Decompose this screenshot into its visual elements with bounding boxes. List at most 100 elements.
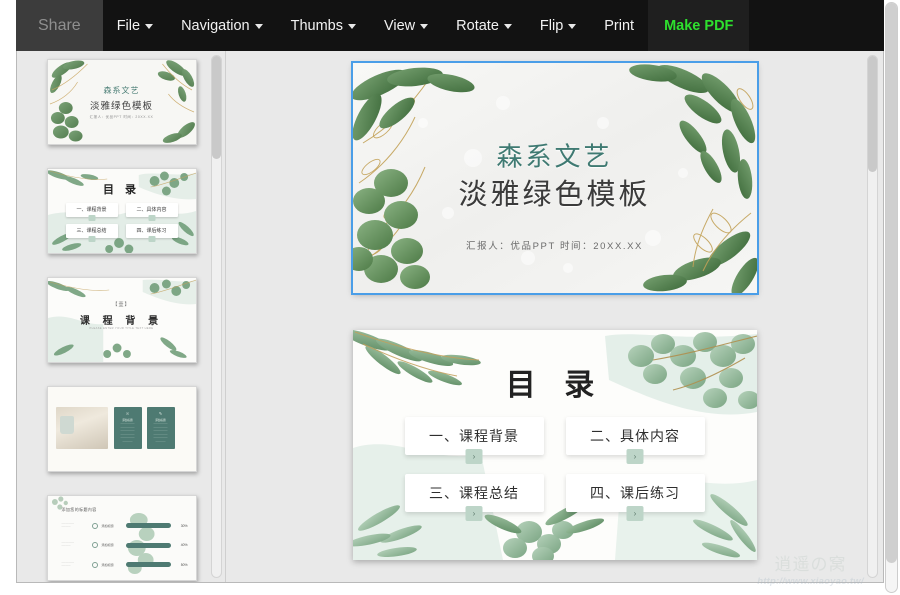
slide2-title: 目 录 (505, 367, 604, 403)
chevron-down-icon (503, 24, 512, 29)
thumb2-toc-item: 二、具体内容 (125, 202, 178, 221)
thumb5-label: 添加标题 (101, 523, 114, 528)
viewer-scrollbar[interactable] (867, 55, 878, 578)
menu-thumbs-label: Thumbs (290, 17, 343, 34)
thumb5-bar (125, 562, 171, 568)
chevron-right-icon (88, 235, 95, 242)
chevron-down-icon (254, 24, 263, 29)
thumb3-bracket: 【壹】 (112, 301, 131, 308)
pdf-viewer-page: Share File Navigation Thumbs View Rotate… (0, 0, 900, 595)
thumb2-toc-item: 四、课后练习 (125, 223, 178, 242)
thumb2-toc-item: 三、课程总结 (65, 223, 118, 242)
share-label: Share (38, 16, 81, 34)
thumbnail-slide-5[interactable]: 添加您的标题内容 ——————— ————— 添加标题 30% ——————— ——… (46, 495, 197, 581)
thumbnail-1-canvas: 森系文艺 淡雅绿色模板 汇报人：优品PPT 时间：20XX.XX (47, 60, 196, 144)
chevron-down-icon (347, 24, 356, 29)
chevron-down-icon (145, 24, 154, 29)
coffee-cup-icon (59, 415, 74, 434)
menu-navigation-label: Navigation (181, 17, 250, 34)
thumb5-bar (125, 542, 171, 548)
page-scrollbar-thumb[interactable] (886, 3, 897, 563)
make-pdf-label: Make PDF (664, 17, 734, 34)
chevron-right-icon (148, 235, 155, 242)
thumbnail-slide-3[interactable]: 【壹】 课 程 背 景 PLEASE ENTER YOUR TITLE TEXT… (46, 277, 197, 363)
share-button[interactable]: Share (16, 0, 103, 51)
menu-flip[interactable]: Flip (526, 0, 590, 51)
slide1-title: 森系文艺 (496, 142, 613, 173)
thumb4-card-b: ✎ 添加标题 ——————— ——————— ——————— ——————— —————… (146, 407, 175, 450)
toc-item-2[interactable]: 二、具体内容 › (565, 417, 705, 465)
menu-rotate[interactable]: Rotate (442, 0, 526, 51)
sidebar-scrollbar-thumb[interactable] (212, 56, 221, 159)
thumbnail-sidebar[interactable]: 森系文艺 淡雅绿色模板 汇报人：优品PPT 时间：20XX.XX 目 录 一、课… (17, 51, 226, 582)
location-pin-icon (91, 561, 98, 568)
toc-item-4[interactable]: 四、课后练习 › (565, 474, 705, 522)
thumb3-english: PLEASE ENTER YOUR TITLE TEXT HERE (89, 326, 154, 330)
thumb2-toc: 一、课程背景 二、具体内容 三、课程总结 四、课后练习 (65, 202, 178, 242)
globe-icon: ☉ (125, 411, 130, 417)
chevron-right-icon (148, 214, 155, 221)
page-scrollbar[interactable] (885, 2, 898, 593)
tree-icon (91, 542, 98, 549)
viewer-scrollbar-thumb[interactable] (868, 56, 877, 172)
thumb5-heading: 添加您的标题内容 (61, 506, 97, 512)
thumbnail-slide-2[interactable]: 目 录 一、课程背景 二、具体内容 三、课程总结 四、课后练习 (46, 168, 197, 254)
thumb1-subtitle: 淡雅绿色模板 (89, 100, 153, 112)
thumb4-card-a: ☉ 添加标题 ——————— ——————— ——————— ——————— —————… (113, 407, 142, 450)
menu-navigation[interactable]: Navigation (167, 0, 277, 51)
thumb5-label: 添加标题 (101, 562, 114, 567)
slide2-toc: 一、课程背景 › 二、具体内容 › 三、课程总结 › 四、课后练习 › (404, 417, 705, 522)
slide-viewer[interactable]: 森系文艺 淡雅绿色模板 汇报人：优品PPT 时间：20XX.XX 目 录 一、课… (226, 51, 883, 582)
thumbnail-slide-1[interactable]: 森系文艺 淡雅绿色模板 汇报人：优品PPT 时间：20XX.XX (46, 59, 197, 145)
thumb5-percent: 40% (180, 543, 188, 548)
thumb5-desc: ——————— ————— (61, 542, 75, 548)
thumb4-card-a-body: ——————— ——————— ——————— ——————— ——————— ————— (120, 423, 135, 444)
thumb5-desc: ——————— ————— (61, 523, 75, 528)
top-toolbar: Share File Navigation Thumbs View Rotate… (16, 0, 884, 51)
chevron-down-icon (420, 24, 429, 29)
menu-file[interactable]: File (103, 0, 167, 51)
sidebar-scrollbar[interactable] (211, 55, 222, 578)
chevron-right-icon: › (465, 506, 483, 522)
slide1-meta: 汇报人：优品PPT 时间：20XX.XX (466, 240, 643, 252)
thumb1-meta: 汇报人：优品PPT 时间：20XX.XX (89, 114, 154, 119)
menu-flip-label: Flip (539, 17, 564, 34)
chevron-right-icon: › (465, 449, 483, 465)
chevron-down-icon (568, 24, 577, 29)
thumb5-percent: 50% (180, 562, 188, 567)
chevron-right-icon (88, 214, 95, 221)
chevron-right-icon: › (626, 506, 644, 522)
thumbnail-4-canvas: ☉ 添加标题 ——————— ——————— ——————— ——————— —————… (47, 387, 196, 471)
toc-item-3[interactable]: 三、课程总结 › (404, 474, 544, 522)
thumb1-title: 森系文艺 (103, 86, 140, 96)
thumb5-row: ——————— ————— 添加标题 40% (61, 542, 188, 549)
menu-rotate-label: Rotate (456, 17, 499, 34)
thumb2-title: 目 录 (102, 183, 141, 196)
thumb5-row: ——————— ————— 添加标题 30% (61, 522, 188, 529)
thumbnail-3-canvas: 【壹】 课 程 背 景 PLEASE ENTER YOUR TITLE TEXT… (47, 278, 196, 362)
slide-stage: 森系文艺 淡雅绿色模板 汇报人：优品PPT 时间：20XX.XX 目 录 一、课… (226, 61, 883, 582)
slide-1[interactable]: 森系文艺 淡雅绿色模板 汇报人：优品PPT 时间：20XX.XX (350, 61, 759, 295)
thumb5-percent: 30% (180, 523, 188, 528)
thumb4-card-b-body: ——————— ——————— ——————— ——————— ——————— ————— (153, 423, 168, 444)
thumbnail-5-canvas: 添加您的标题内容 ——————— ————— 添加标题 30% ——————— ——… (47, 496, 196, 580)
thumb4-card-b-title: 添加标题 (155, 419, 166, 423)
slide1-subtitle: 淡雅绿色模板 (458, 176, 651, 211)
menu-print[interactable]: Print (590, 0, 648, 51)
thumb5-label: 添加标题 (101, 543, 114, 548)
slide-2[interactable]: 目 录 一、课程背景 › 二、具体内容 › 三、课程总结 › 四、课后练习 › (352, 330, 757, 560)
thumb5-row: ——————— ————— 添加标题 50% (61, 561, 188, 568)
thumb3-title: 课 程 背 景 (79, 315, 164, 327)
menu-view-label: View (383, 17, 416, 34)
menu-thumbs[interactable]: Thumbs (277, 0, 370, 51)
pencil-icon: ✎ (158, 411, 163, 417)
thumbnail-slide-4[interactable]: ☉ 添加标题 ——————— ——————— ——————— ——————— —————… (46, 386, 197, 472)
toc-item-1[interactable]: 一、课程背景 › (404, 417, 544, 465)
make-pdf-button[interactable]: Make PDF (648, 0, 750, 51)
thumb5-bar (125, 523, 171, 529)
thumb2-toc-item: 一、课程背景 (65, 202, 118, 221)
menu-view[interactable]: View (370, 0, 442, 51)
thumb5-desc: ——————— ————— (61, 561, 75, 567)
target-icon (91, 522, 98, 529)
thumbnail-2-canvas: 目 录 一、课程背景 二、具体内容 三、课程总结 四、课后练习 (47, 169, 196, 253)
